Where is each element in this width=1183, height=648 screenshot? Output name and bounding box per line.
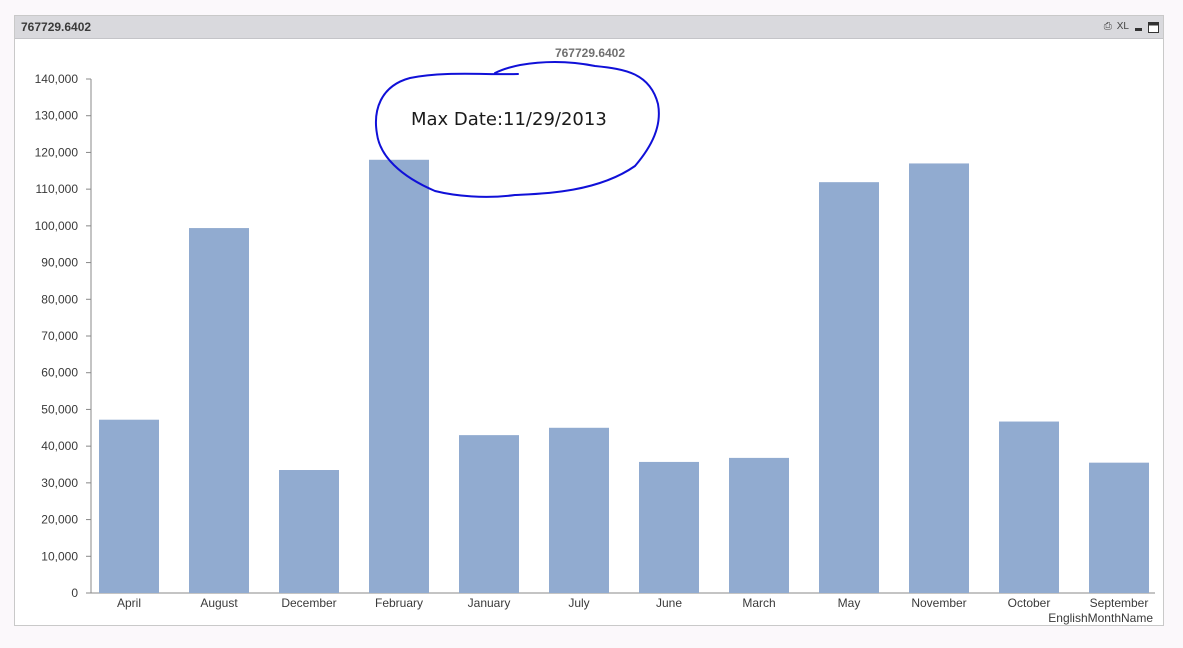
y-tick-label: 70,000 xyxy=(41,329,78,343)
x-axis: April August December February January July Ju… xyxy=(117,596,1148,610)
bar-february[interactable] xyxy=(369,159,429,593)
x-tick-label-january: January xyxy=(468,596,511,610)
x-tick-label-july: July xyxy=(568,596,589,610)
bar-december[interactable] xyxy=(279,470,339,593)
y-tick-label: 0 xyxy=(71,586,78,600)
y-tick-label: 140,000 xyxy=(35,72,79,86)
x-tick-label-june: June xyxy=(656,596,682,610)
y-tick-label: 20,000 xyxy=(41,513,78,527)
chart-window: 767729.6402 ⎙ XL 767729.6402 0 10,000 20,0… xyxy=(14,15,1164,626)
x-axis-title: EnglishMonthName xyxy=(1048,611,1153,625)
y-tick-label: 130,000 xyxy=(35,109,79,123)
y-tick-label: 110,000 xyxy=(36,182,79,196)
y-tick-label: 80,000 xyxy=(41,292,78,306)
bar-september[interactable] xyxy=(1089,462,1149,593)
y-tick-label: 100,000 xyxy=(35,219,79,233)
bar-october[interactable] xyxy=(999,421,1059,593)
y-axis: 0 10,000 20,000 30,000 40,000 50,000 60,000 70,… xyxy=(35,72,91,600)
x-tick-label-february: February xyxy=(375,596,423,610)
bar-january[interactable] xyxy=(459,435,519,593)
y-tick-label: 10,000 xyxy=(41,549,78,563)
y-tick-label: 30,000 xyxy=(41,476,78,490)
x-tick-label-december: December xyxy=(281,596,336,610)
x-tick-label-november: November xyxy=(911,596,966,610)
x-tick-label-may: May xyxy=(838,596,861,610)
y-tick-label: 40,000 xyxy=(41,439,78,453)
chart-total-label: 767729.6402 xyxy=(555,46,625,60)
bar-chart: 767729.6402 0 10,000 20,000 30,000 40,000 50,… xyxy=(35,46,1155,625)
y-tick-label: 90,000 xyxy=(41,256,78,270)
bar-april[interactable] xyxy=(99,419,159,593)
x-tick-label-march: March xyxy=(742,596,775,610)
x-tick-label-august: August xyxy=(200,596,238,610)
bar-july[interactable] xyxy=(549,427,609,593)
bar-november[interactable] xyxy=(909,163,969,593)
y-tick-label: 120,000 xyxy=(35,145,79,159)
y-tick-label: 60,000 xyxy=(41,366,78,380)
x-tick-label-september: September xyxy=(1090,596,1149,610)
x-tick-label-october: October xyxy=(1008,596,1051,610)
x-tick-label-april: April xyxy=(117,596,141,610)
bar-may[interactable] xyxy=(819,182,879,593)
annotation-text: Max Date:11/29/2013 xyxy=(411,109,607,130)
bar-august[interactable] xyxy=(189,228,249,593)
bars-group xyxy=(99,159,1149,593)
bar-march[interactable] xyxy=(729,457,789,593)
y-tick-label: 50,000 xyxy=(41,402,78,416)
bar-june[interactable] xyxy=(639,461,699,593)
